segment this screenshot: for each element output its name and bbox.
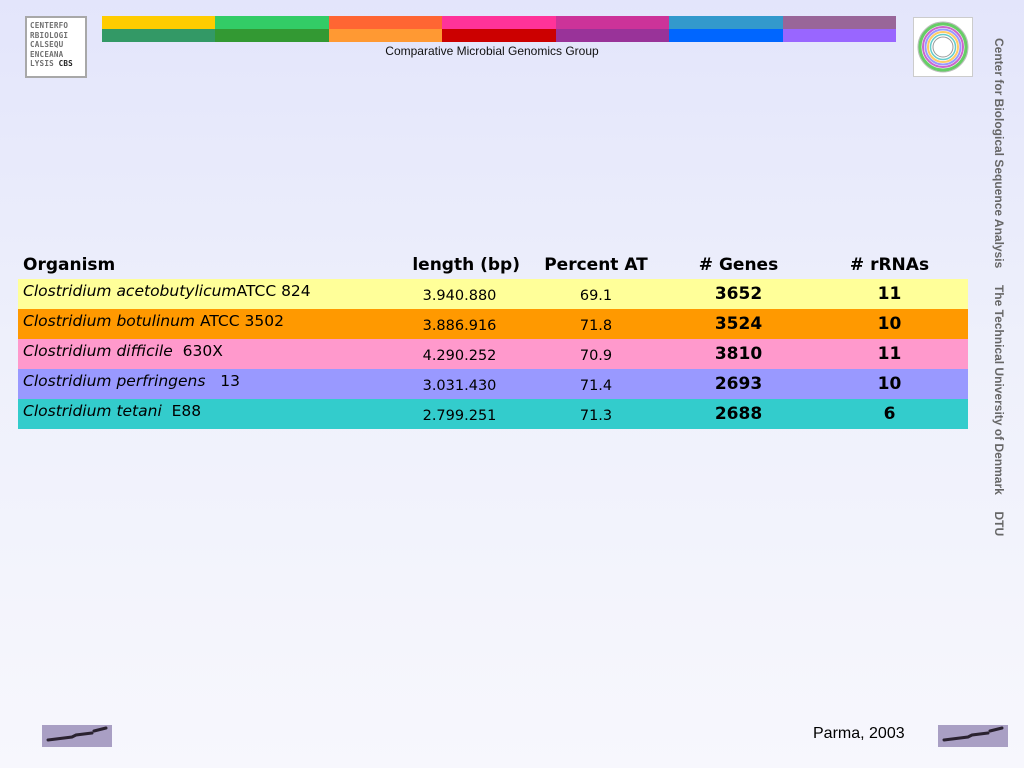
genome-table: Organism length (bp) Percent AT # Genes … (18, 250, 968, 429)
genes-cell: 3810 (714, 344, 763, 364)
rrnas-cell: 11 (877, 284, 902, 304)
species-name: Clostridium botulinum (23, 312, 196, 330)
color-bar-segment (555, 16, 670, 29)
column-header-organism: Organism (23, 254, 116, 275)
strain-name: E88 (161, 402, 202, 420)
strain-name: 13 (205, 372, 240, 390)
organism-cell: Clostridium perfringens 13 (18, 369, 393, 390)
color-bar-segment (669, 16, 783, 29)
place-date: Parma, 2003 (813, 725, 905, 742)
column-header-genes: # Genes (698, 254, 779, 275)
bacteria-micrograph-left (42, 725, 112, 747)
genes-cell: 3524 (714, 314, 763, 334)
table-row: Clostridium botulinum ATCC 3502 3.886.91… (18, 309, 968, 339)
color-bar-segment (782, 16, 896, 29)
cbs-logo-line: CENTERFO (30, 21, 69, 30)
length-cell: 3.886.916 (422, 318, 497, 334)
length-cell: 2.799.251 (422, 408, 497, 424)
genes-cell: 2688 (714, 404, 763, 424)
species-name: Clostridium acetobutylicum (23, 282, 237, 300)
cbs-logo-line: LYSIS CBS (30, 59, 73, 69)
group-subtitle: Comparative Microbial Genomics Group (385, 44, 599, 58)
rrnas-cell: 10 (877, 314, 902, 334)
color-bars (102, 16, 896, 42)
cbs-logo: CENTERFO RBIOLOGI CALSEQU ENCEANA LYSIS … (25, 16, 87, 78)
percent-at-cell: 69.1 (579, 288, 613, 304)
percent-at-cell: 71.8 (579, 318, 613, 334)
species-name: Clostridium difficile (23, 342, 173, 360)
color-bar-segment (215, 16, 329, 29)
rrnas-cell: 11 (877, 344, 902, 364)
table-row: Clostridium acetobutylicumATCC 824 3.940… (18, 279, 968, 309)
color-bar-segment (555, 29, 670, 42)
genome-atlas-icon (913, 17, 973, 77)
color-bar-segment (328, 16, 443, 29)
percent-at-cell: 70.9 (579, 348, 613, 364)
table-row: Clostridium difficile 630X 4.290.252 70.… (18, 339, 968, 369)
column-header-length: length (bp) (412, 254, 520, 275)
organism-cell: Clostridium botulinum ATCC 3502 (18, 309, 393, 330)
organism-cell: Clostridium acetobutylicumATCC 824 (18, 279, 393, 300)
organism-cell: Clostridium tetani E88 (18, 399, 393, 420)
column-header-percent-at: Percent AT (544, 254, 648, 275)
organism-cell: Clostridium difficile 630X (18, 339, 393, 360)
cbs-logo-line: CALSEQU (30, 40, 64, 50)
institution-sidebar-text: Center for Biological Sequence Analysis … (992, 38, 1006, 537)
cbs-logo-line: ENCEANA (30, 49, 64, 59)
cbs-logo-line: RBIOLOGI (30, 30, 69, 40)
color-bar-row-bottom (102, 29, 896, 42)
table-header: Organism length (bp) Percent AT # Genes … (18, 250, 968, 279)
species-name: Clostridium tetani (23, 402, 162, 420)
table-row: Clostridium perfringens 13 3.031.430 71.… (18, 369, 968, 399)
color-bar-segment (782, 29, 896, 42)
length-cell: 4.290.252 (422, 348, 497, 364)
species-name: Clostridium perfringens (23, 372, 206, 390)
color-bar-row-top (102, 16, 896, 29)
color-bar-segment (669, 29, 783, 42)
genes-cell: 2693 (714, 374, 763, 394)
color-bar-segment (215, 29, 329, 42)
genes-cell: 3652 (714, 284, 763, 304)
column-header-rrnas: # rRNAs (849, 254, 930, 275)
length-cell: 3.940.880 (422, 288, 497, 304)
strain-name: ATCC 3502 (195, 312, 284, 330)
percent-at-cell: 71.4 (579, 378, 613, 394)
strain-name: ATCC 824 (236, 282, 311, 300)
rrnas-cell: 10 (877, 374, 902, 394)
color-bar-segment (102, 16, 216, 29)
rrnas-cell: 6 (883, 404, 896, 424)
table-row: Clostridium tetani E88 2.799.251 71.3 26… (18, 399, 968, 429)
strain-name: 630X (172, 342, 223, 360)
length-cell: 3.031.430 (422, 378, 497, 394)
color-bar-segment (442, 29, 556, 42)
percent-at-cell: 71.3 (579, 408, 613, 424)
color-bar-segment (442, 16, 556, 29)
color-bar-segment (102, 29, 216, 42)
cbs-logo-abbrev: CBS (58, 59, 73, 69)
bacteria-micrograph-right (938, 725, 1008, 747)
color-bar-segment (328, 29, 443, 42)
